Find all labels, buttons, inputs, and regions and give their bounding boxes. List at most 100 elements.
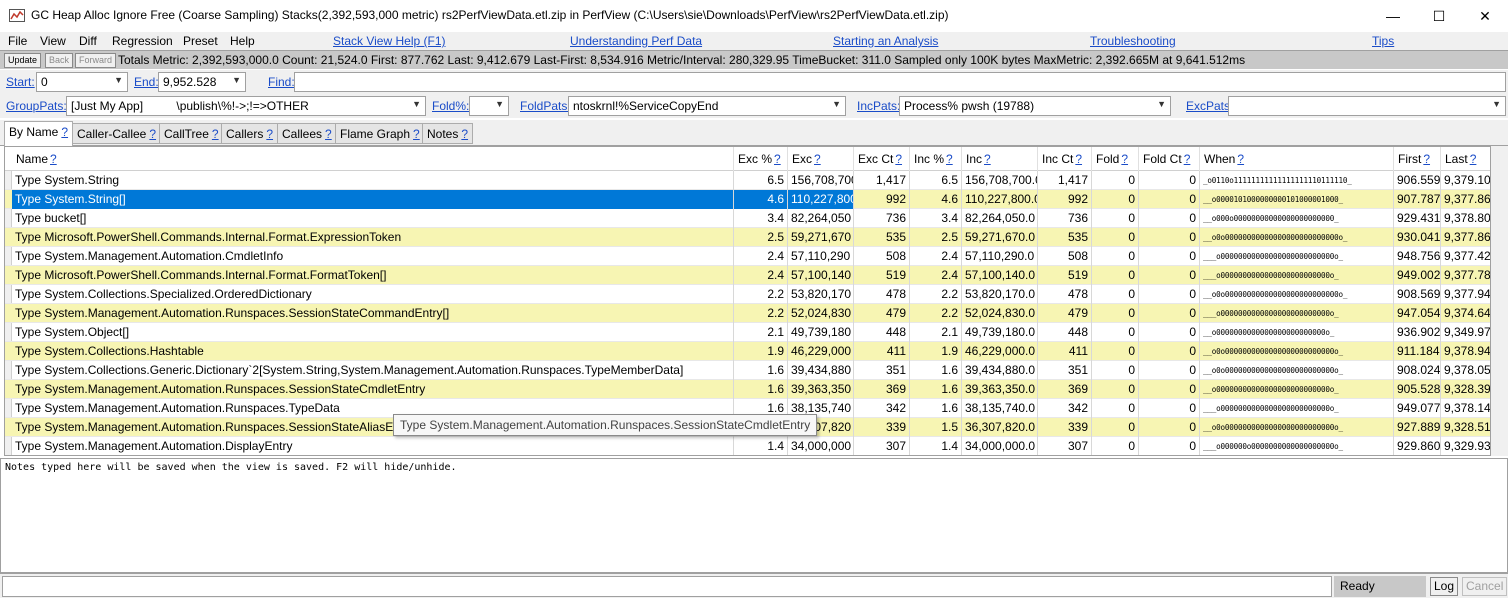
notes-pane[interactable]: Notes typed here will be saved when the … — [0, 458, 1508, 573]
cell-excct[interactable]: 508 — [854, 247, 910, 266]
cell-when[interactable]: __o0000000000000000000000000o_ — [1200, 323, 1394, 342]
column-help-link[interactable]: ? — [946, 152, 953, 166]
cell-exc[interactable]: 34,000,000 — [788, 437, 854, 455]
minimize-button[interactable]: — — [1370, 0, 1416, 32]
cell-inc[interactable]: 53,820,170.0 — [962, 285, 1038, 304]
cell-first[interactable]: 929.431 — [1394, 209, 1441, 228]
cell-fold[interactable]: 0 — [1092, 418, 1139, 437]
column-header-name[interactable]: Name? — [12, 147, 734, 171]
cell-excpct[interactable]: 4.6 — [734, 190, 788, 209]
cell-first[interactable]: 906.559 — [1394, 171, 1441, 190]
column-help-link[interactable]: ? — [1470, 152, 1477, 166]
cell-inc[interactable]: 46,229,000.0 — [962, 342, 1038, 361]
cell-when[interactable]: ___o0000000000000000000000000o_ — [1200, 399, 1394, 418]
cell-last[interactable]: 9,377.424 — [1441, 247, 1490, 266]
cell-excpct[interactable]: 2.2 — [734, 285, 788, 304]
incpats-label[interactable]: IncPats: — [857, 99, 900, 113]
table-row[interactable]: Type System.Collections.Generic.Dictiona… — [5, 361, 1490, 380]
cell-last[interactable]: 9,378.051 — [1441, 361, 1490, 380]
cell-name[interactable]: Type System.Management.Automation.Cmdlet… — [12, 247, 734, 266]
cell-inc[interactable]: 39,434,880.0 — [962, 361, 1038, 380]
excpats-combo[interactable]: ▼ — [1228, 96, 1506, 116]
column-help-link[interactable]: ? — [895, 152, 902, 166]
starting-an-analysis-link[interactable]: Starting an Analysis — [833, 34, 938, 48]
table-row[interactable]: Type System.Management.Automation.Runspa… — [5, 380, 1490, 399]
foldpats-label[interactable]: FoldPats: — [520, 99, 571, 113]
table-row[interactable]: Type System.Collections.Specialized.Orde… — [5, 285, 1490, 304]
cell-first[interactable]: 905.528 — [1394, 380, 1441, 399]
cell-when[interactable]: __o0o0000000000000000000000000o_ — [1200, 361, 1394, 380]
chevron-down-icon[interactable]: ▼ — [114, 75, 123, 85]
cell-name[interactable]: Type System.Object[] — [12, 323, 734, 342]
cell-fold[interactable]: 0 — [1092, 228, 1139, 247]
cell-last[interactable]: 9,377.945 — [1441, 285, 1490, 304]
cell-when[interactable]: ___o0000000000000000000000000o_ — [1200, 304, 1394, 323]
incpats-combo[interactable]: Process% pwsh (19788) ▼ — [899, 96, 1171, 116]
cell-foldct[interactable]: 0 — [1139, 304, 1200, 323]
cell-inc[interactable]: 110,227,800.0 — [962, 190, 1038, 209]
cell-when[interactable]: __o0o00000000000000000000000000o_ — [1200, 228, 1394, 247]
cell-incct[interactable]: 339 — [1038, 418, 1092, 437]
start-label[interactable]: Start: — [6, 75, 35, 89]
cell-last[interactable]: 9,328.394 — [1441, 380, 1490, 399]
cell-incct[interactable]: 369 — [1038, 380, 1092, 399]
fold-percent-label[interactable]: Fold%: — [432, 99, 469, 113]
cell-when[interactable]: ___o000000o0000000000000000000o_ — [1200, 437, 1394, 455]
find-label[interactable]: Find: — [268, 75, 295, 89]
cell-first[interactable]: 908.024 — [1394, 361, 1441, 380]
fold-percent-combo[interactable]: ▼ — [469, 96, 509, 116]
cell-excct[interactable]: 992 — [854, 190, 910, 209]
cell-excpct[interactable]: 2.5 — [734, 228, 788, 247]
cell-excct[interactable]: 339 — [854, 418, 910, 437]
cell-first[interactable]: 911.184 — [1394, 342, 1441, 361]
cell-exc[interactable]: 156,708,700 — [788, 171, 854, 190]
chevron-down-icon[interactable]: ▼ — [495, 99, 504, 109]
cell-fold[interactable]: 0 — [1092, 380, 1139, 399]
cell-fold[interactable]: 0 — [1092, 304, 1139, 323]
cell-last[interactable]: 9,349.970 — [1441, 323, 1490, 342]
cell-incpct[interactable]: 1.6 — [910, 380, 962, 399]
excpats-label[interactable]: ExcPats: — [1186, 99, 1233, 113]
grouppats-label[interactable]: GroupPats: — [6, 99, 67, 113]
cell-foldct[interactable]: 0 — [1139, 285, 1200, 304]
column-help-link[interactable]: ? — [774, 152, 781, 166]
column-header-incct[interactable]: Inc Ct? — [1038, 147, 1092, 171]
cell-inc[interactable]: 57,110,290.0 — [962, 247, 1038, 266]
tab-help-link[interactable]: ? — [461, 127, 468, 141]
cell-inc[interactable]: 36,307,820.0 — [962, 418, 1038, 437]
maximize-button[interactable]: ☐ — [1416, 0, 1462, 32]
cell-excct[interactable]: 519 — [854, 266, 910, 285]
cell-fold[interactable]: 0 — [1092, 190, 1139, 209]
cell-exc[interactable]: 59,271,670 — [788, 228, 854, 247]
chevron-down-icon[interactable]: ▼ — [1492, 99, 1501, 109]
cell-last[interactable]: 9,378.949 — [1441, 342, 1490, 361]
cell-name[interactable]: Type System.Collections.Hashtable — [12, 342, 734, 361]
close-button[interactable]: ✕ — [1462, 0, 1508, 32]
column-help-link[interactable]: ? — [1423, 152, 1430, 166]
cell-excpct[interactable]: 1.6 — [734, 380, 788, 399]
cell-incpct[interactable]: 1.9 — [910, 342, 962, 361]
cell-name[interactable]: Type System.Management.Automation.Displa… — [12, 437, 734, 455]
cell-fold[interactable]: 0 — [1092, 209, 1139, 228]
cell-last[interactable]: 9,377.862 — [1441, 190, 1490, 209]
cell-inc[interactable]: 156,708,700.0 — [962, 171, 1038, 190]
cell-last[interactable]: 9,379.108 — [1441, 171, 1490, 190]
notes-text[interactable]: Notes typed here will be saved when the … — [5, 462, 457, 473]
cell-foldct[interactable]: 0 — [1139, 228, 1200, 247]
cell-fold[interactable]: 0 — [1092, 171, 1139, 190]
cell-when[interactable]: __o000o00000000000000000000000_ — [1200, 209, 1394, 228]
cell-last[interactable]: 9,328.513 — [1441, 418, 1490, 437]
cell-first[interactable]: 908.569 — [1394, 285, 1441, 304]
cell-incct[interactable]: 1,417 — [1038, 171, 1092, 190]
cell-foldct[interactable]: 0 — [1139, 266, 1200, 285]
tab-help-link[interactable]: ? — [266, 127, 273, 141]
cancel-button[interactable]: Cancel — [1462, 577, 1508, 596]
cell-foldct[interactable]: 0 — [1139, 399, 1200, 418]
cell-incct[interactable]: 478 — [1038, 285, 1092, 304]
end-label[interactable]: End: — [134, 75, 159, 89]
column-header-incpct[interactable]: Inc %? — [910, 147, 962, 171]
cell-last[interactable]: 9,378.140 — [1441, 399, 1490, 418]
cell-inc[interactable]: 52,024,830.0 — [962, 304, 1038, 323]
tab-help-link[interactable]: ? — [413, 127, 420, 141]
cell-when[interactable]: __o00000000000000000000000000o_ — [1200, 380, 1394, 399]
